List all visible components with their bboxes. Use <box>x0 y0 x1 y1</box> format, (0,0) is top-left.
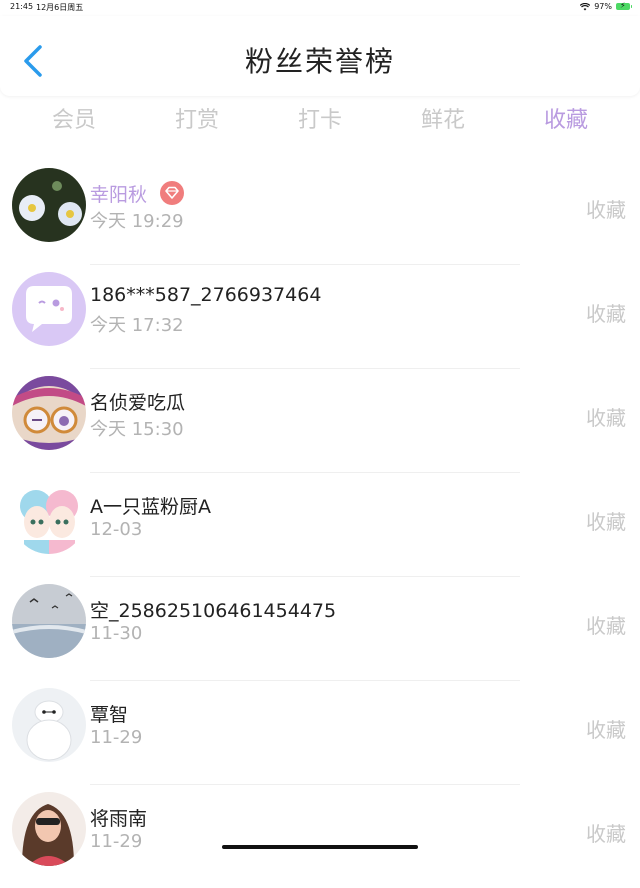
tab-flowers[interactable]: 鲜花 <box>393 102 493 134</box>
avatar <box>12 480 86 554</box>
timestamp: 11-30 <box>90 623 143 644</box>
action-label: 收藏 <box>586 718 626 742</box>
tab-rewards[interactable]: 打赏 <box>147 102 247 134</box>
timestamp: 今天 19:29 <box>90 211 184 232</box>
timestamp: 今天 17:32 <box>90 315 184 336</box>
list-item[interactable]: 空_258625106461454475 11-30 收藏 <box>0 576 640 680</box>
user-name: 将雨南 <box>90 808 148 830</box>
tab-members[interactable]: 会员 <box>24 102 124 134</box>
list-item[interactable]: 将雨南 11-29 收藏 <box>0 784 640 888</box>
user-name: 覃智 <box>90 704 129 726</box>
avatar <box>12 376 86 450</box>
action-label: 收藏 <box>586 198 626 222</box>
timestamp: 今天 15:30 <box>90 419 184 440</box>
status-time: 21:45 <box>10 2 34 11</box>
tab-favorites[interactable]: 收藏 <box>516 102 616 134</box>
status-date: 12月6日周五 <box>36 3 84 12</box>
action-label: 收藏 <box>586 614 626 638</box>
avatar <box>12 792 86 866</box>
status-bar: 21:45 12月6日周五 97% ⚡ <box>0 0 640 16</box>
user-name: 幸阳秋 <box>90 184 148 206</box>
action-label: 收藏 <box>586 302 626 326</box>
action-label: 收藏 <box>586 822 626 846</box>
user-name: 名侦爱吃瓜 <box>90 392 186 414</box>
page-title: 粉丝荣誉榜 <box>244 45 395 78</box>
tab-bar: 会员 打赏 打卡 鲜花 收藏 <box>0 98 640 138</box>
tab-checkin[interactable]: 打卡 <box>270 102 370 134</box>
avatar <box>12 272 86 346</box>
timestamp: 11-29 <box>90 727 143 748</box>
list-item[interactable]: 186***587_2766937464 今天 17:32 收藏 <box>0 264 640 368</box>
action-label: 收藏 <box>586 510 626 534</box>
home-indicator[interactable] <box>222 845 418 849</box>
list-item[interactable]: 名侦爱吃瓜 今天 15:30 收藏 <box>0 368 640 472</box>
list-item[interactable]: 覃智 11-29 收藏 <box>0 680 640 784</box>
list-item[interactable]: A一只蓝粉厨A 12-03 收藏 <box>0 472 640 576</box>
battery-percent: 97% <box>594 2 612 11</box>
diamond-badge-icon <box>160 181 184 205</box>
avatar <box>12 688 86 762</box>
wifi-icon <box>580 2 591 10</box>
nav-bar: 粉丝荣誉榜 <box>0 16 640 96</box>
list-item[interactable]: 幸阳秋 今天 19:29 收藏 <box>0 160 640 264</box>
timestamp: 12-03 <box>90 519 143 540</box>
user-name: A一只蓝粉厨A <box>90 496 211 518</box>
battery-icon: ⚡ <box>616 1 632 10</box>
avatar <box>12 584 86 658</box>
timestamp: 11-29 <box>90 831 143 852</box>
user-name: 186***587_2766937464 <box>90 284 322 306</box>
action-label: 收藏 <box>586 406 626 430</box>
user-name: 空_258625106461454475 <box>90 600 337 622</box>
avatar <box>12 168 86 242</box>
status-indicators: 97% ⚡ <box>580 1 632 11</box>
